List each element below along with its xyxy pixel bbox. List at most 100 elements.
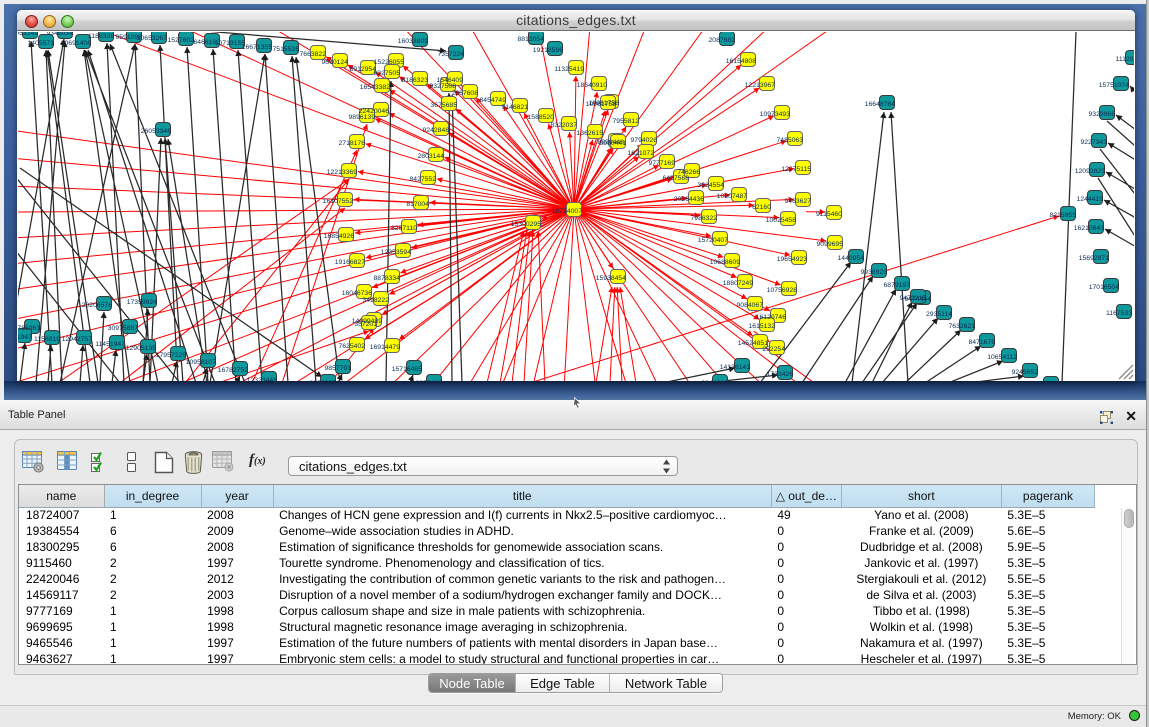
svg-text:7515526: 7515526: [273, 46, 300, 53]
svg-text:1785061: 1785061: [18, 325, 40, 332]
svg-text:2803144: 2803144: [418, 153, 445, 160]
svg-text:6879197: 6879197: [884, 282, 911, 289]
svg-text:12942757: 12942757: [62, 336, 92, 343]
svg-text:9253406: 9253406: [416, 380, 443, 381]
svg-text:16210643: 16210643: [1074, 225, 1104, 232]
svg-text:8471676: 8471676: [969, 339, 996, 346]
svg-text:8091037: 8091037: [310, 380, 337, 381]
svg-text:16053349: 16053349: [18, 32, 38, 37]
svg-text:9794028: 9794028: [631, 137, 658, 144]
svg-text:16648784: 16648784: [865, 101, 895, 108]
svg-text:12353594: 12353594: [381, 249, 411, 256]
svg-text:9644302: 9644302: [702, 380, 729, 381]
svg-text:9227343: 9227343: [1081, 139, 1108, 146]
svg-text:10719155: 10719155: [215, 40, 245, 47]
svg-text:7663822: 7663822: [300, 51, 327, 58]
svg-text:817004: 817004: [406, 201, 429, 208]
svg-text:1440954: 1440954: [838, 255, 865, 262]
svg-text:2087682: 2087682: [709, 37, 736, 44]
svg-text:8813054: 8813054: [518, 36, 545, 43]
svg-text:9115460: 9115460: [816, 211, 842, 218]
svg-text:12975115: 12975115: [781, 166, 811, 173]
svg-text:16046736: 16046736: [342, 290, 372, 297]
svg-text:9329966: 9329966: [1089, 111, 1116, 118]
svg-text:10973493: 10973493: [760, 111, 790, 118]
svg-text:15938454: 15938454: [596, 275, 626, 282]
svg-text:15692971: 15692971: [1079, 255, 1109, 262]
svg-text:10961758: 10961758: [586, 101, 616, 108]
svg-text:9327508: 9327508: [430, 83, 457, 90]
svg-text:10756928: 10756928: [767, 287, 797, 294]
svg-text:3624554: 3624554: [698, 182, 725, 189]
svg-text:2718176: 2718176: [339, 140, 366, 147]
svg-text:9245652: 9245652: [1012, 369, 1039, 376]
svg-text:12905135: 12905135: [126, 345, 156, 352]
svg-text:9857791: 9857791: [325, 365, 352, 372]
svg-text:11325419: 11325419: [554, 66, 584, 73]
svg-text:8186323: 8186323: [402, 77, 429, 84]
svg-text:9084067: 9084067: [737, 302, 764, 309]
svg-text:9896139: 9896139: [349, 114, 376, 121]
svg-text:16782759: 16782759: [218, 367, 248, 374]
svg-text:10807487: 10807487: [717, 193, 747, 200]
svg-text:19218596: 19218596: [533, 47, 563, 54]
svg-text:20364436: 20364436: [674, 196, 704, 203]
svg-text:16671355: 16671355: [242, 44, 272, 51]
svg-text:15751074: 15751074: [1099, 82, 1129, 89]
svg-text:3911947: 3911947: [18, 334, 32, 341]
svg-text:8454749: 8454749: [480, 97, 507, 104]
svg-text:10025458: 10025458: [766, 217, 796, 224]
svg-text:8215955: 8215955: [1050, 212, 1077, 219]
svg-text:746266: 746266: [677, 169, 700, 176]
svg-text:9938923: 9938923: [861, 269, 888, 276]
svg-text:62160: 62160: [752, 204, 771, 211]
svg-text:9242848: 9242848: [423, 127, 450, 134]
svg-text:1546409: 1546409: [437, 77, 464, 84]
svg-text:1405571: 1405571: [28, 40, 55, 47]
svg-text:8912954: 8912954: [350, 66, 377, 73]
svg-text:3498222: 3498222: [363, 297, 390, 304]
svg-text:15226055: 15226055: [374, 59, 404, 66]
svg-text:1588520: 1588520: [528, 114, 555, 121]
svg-text:10654112: 10654112: [987, 354, 1017, 361]
svg-text:19166827: 19166827: [335, 259, 365, 266]
svg-text:1156819: 1156819: [34, 336, 60, 343]
svg-text:8990441: 8990441: [600, 140, 627, 147]
svg-text:9777169: 9777169: [649, 160, 676, 167]
svg-text:6497568: 6497568: [663, 175, 690, 182]
svg-text:16107552: 16107552: [323, 198, 353, 205]
svg-text:7986322: 7986322: [691, 215, 718, 222]
svg-text:14136141: 14136141: [720, 364, 750, 371]
svg-text:1167533: 1167533: [1106, 310, 1132, 317]
svg-text:1112049: 1112049: [1116, 56, 1134, 63]
svg-text:12093823: 12093823: [1075, 168, 1105, 175]
svg-text:252254: 252254: [762, 346, 785, 353]
svg-text:16033809: 16033809: [398, 38, 428, 45]
svg-text:1733426: 1733426: [767, 371, 794, 378]
svg-text:10688609: 10688609: [710, 259, 740, 266]
svg-text:10958107: 10958107: [186, 359, 216, 366]
svg-text:3675685: 3675685: [431, 102, 458, 109]
svg-text:1527602: 1527602: [168, 37, 195, 44]
svg-text:12323448: 12323448: [247, 377, 277, 381]
svg-text:9099695: 9099695: [817, 241, 844, 248]
svg-text:2935114: 2935114: [926, 311, 952, 318]
svg-text:20206576: 20206576: [82, 302, 112, 309]
svg-text:357201: 357201: [354, 321, 377, 328]
svg-text:7955812: 7955812: [613, 118, 640, 125]
svg-text:1362615: 1362615: [577, 130, 604, 137]
svg-text:20691406: 20691406: [61, 40, 91, 47]
svg-text:18807249: 18807249: [723, 280, 753, 287]
svg-text:1621072: 1621072: [628, 150, 655, 157]
svg-text:17359924: 17359924: [127, 299, 157, 306]
svg-text:8427552: 8427552: [410, 176, 437, 183]
svg-text:9472215: 9472215: [900, 295, 927, 302]
svg-text:7357224: 7357224: [438, 51, 465, 58]
svg-text:18640910: 18640910: [577, 82, 607, 89]
svg-text:9660124: 9660124: [322, 59, 349, 66]
svg-text:30975887: 30975887: [108, 325, 138, 332]
svg-text:16154808: 16154808: [726, 58, 756, 65]
svg-text:7485063: 7485063: [777, 137, 804, 144]
svg-text:15720407: 15720407: [698, 237, 728, 244]
svg-text:8322037: 8322037: [551, 122, 578, 129]
